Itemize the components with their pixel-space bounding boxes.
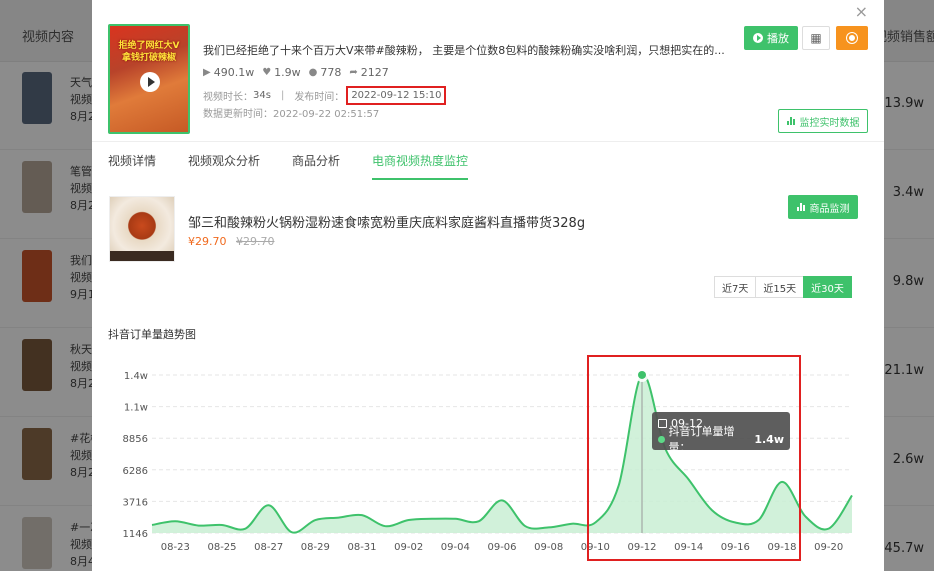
x-tick-label: 09-20	[814, 542, 843, 553]
date-range-selector: 近7天 近15天 近30天	[714, 276, 852, 298]
like-count: 1.9w	[274, 66, 301, 79]
play-button[interactable]: 播放	[744, 26, 798, 50]
tab-video-details[interactable]: 视频详情	[108, 152, 156, 180]
qrcode-button[interactable]: ▦	[802, 26, 830, 50]
tab-ecommerce-heat-monitor[interactable]: 电商视频热度监控	[372, 152, 469, 180]
video-stats: ▶ 490.1w ♥ 1.9w ● 778 ➦ 2127	[203, 66, 389, 79]
y-tick-label: 1146	[123, 529, 148, 540]
monitor-realtime-label: 监控实时数据	[799, 117, 860, 129]
play-button-label: 播放	[767, 32, 789, 45]
play-count: 490.1w	[213, 66, 255, 79]
publish-time: 2022-09-12 15:10	[351, 90, 442, 101]
x-tick-label: 09-10	[581, 542, 610, 553]
highlight-point	[638, 370, 646, 379]
video-title: 我们已经拒绝了十来个百万大V来带#酸辣粉， 主要是个位数8包料的酸辣粉确实没啥利…	[203, 44, 725, 57]
x-tick-label: 09-02	[394, 542, 423, 553]
data-updated-time: 数据更新时间：2022-09-22 02:51:57	[203, 109, 380, 120]
comment-count: 778	[320, 66, 342, 79]
tab-audience-analysis[interactable]: 视频观众分析	[188, 152, 260, 180]
video-detail-modal: × 拒绝了网红大V 拿钱打破辣椒 我们已经拒绝了十来个百万大V来带#酸辣粉， 主…	[92, 0, 884, 571]
original-price: ¥29.70	[236, 235, 275, 248]
product-monitor-button[interactable]: 商品监测	[788, 195, 858, 219]
duration-label: 视频时长：	[203, 92, 253, 103]
detail-tabs: 视频详情 视频观众分析 商品分析 电商视频热度监控	[108, 152, 500, 180]
range-30-days[interactable]: 近30天	[803, 276, 852, 298]
product-title[interactable]: 邹三和酸辣粉火锅粉湿粉速食嗦宽粉重庆底料家庭酱料直播带货328g	[188, 212, 585, 231]
y-tick-label: 1.1w	[124, 403, 148, 414]
video-meta: 视频时长： 34s | 发布时间： 2022-09-12 15:10	[203, 86, 447, 105]
duration-value: 34s	[253, 90, 271, 101]
monitor-realtime-button[interactable]: 监控实时数据	[778, 109, 868, 133]
x-tick-label: 09-06	[487, 542, 516, 553]
current-price: ¥29.70	[188, 235, 227, 248]
order-trend-chart[interactable]: 1146 3716 6286 8856 1.1w 1.4w 08-23 08-25 08-27 0…	[92, 340, 884, 571]
range-7-days[interactable]: 近7天	[714, 276, 757, 298]
product-image-strip	[110, 251, 174, 261]
play-circle-icon	[753, 33, 763, 43]
product-monitor-label: 商品监测	[809, 203, 850, 215]
x-tick-label: 09-14	[674, 542, 703, 553]
x-tick-label: 08-27	[254, 542, 283, 553]
product-image[interactable]	[109, 196, 175, 262]
x-tick-label: 08-23	[161, 542, 190, 553]
divider	[92, 141, 884, 142]
share-count: 2127	[360, 66, 389, 79]
video-thumbnail[interactable]: 拒绝了网红大V 拿钱打破辣椒	[108, 24, 190, 134]
play-count-icon: ▶	[203, 67, 211, 78]
x-tick-label: 09-12	[627, 542, 656, 553]
x-tick-label: 08-29	[301, 542, 330, 553]
publish-label: 发布时间：	[294, 92, 345, 103]
comment-icon: ●	[308, 67, 318, 78]
bar-chart-icon	[796, 203, 806, 211]
y-tick-label: 6286	[123, 466, 148, 477]
share-icon: ➦	[349, 67, 358, 78]
y-tick-label: 8856	[123, 434, 148, 445]
collect-icon	[847, 33, 857, 43]
product-price: ¥29.70 ¥29.70	[188, 235, 275, 248]
thumbnail-caption: 拒绝了网红大V 拿钱打破辣椒	[118, 41, 180, 63]
calendar-icon	[658, 418, 667, 428]
collect-button[interactable]	[836, 26, 868, 50]
x-tick-label: 09-16	[721, 542, 750, 553]
x-tick-label: 09-18	[767, 542, 796, 553]
series-dot-icon	[658, 435, 665, 443]
x-tick-label: 08-31	[347, 542, 376, 553]
range-15-days[interactable]: 近15天	[755, 276, 805, 298]
tab-product-analysis[interactable]: 商品分析	[292, 152, 340, 180]
bar-chart-icon	[786, 117, 796, 125]
qrcode-icon: ▦	[810, 31, 822, 45]
x-tick-label: 09-08	[534, 542, 563, 553]
play-icon[interactable]	[140, 72, 160, 92]
chart-tooltip: 09-12 抖音订单量增量： 1.4w	[652, 412, 790, 454]
tooltip-series-label: 抖音订单量增量：	[668, 425, 735, 454]
like-icon: ♥	[262, 67, 272, 78]
y-tick-label: 1.4w	[124, 371, 148, 382]
x-tick-label: 08-25	[207, 542, 236, 553]
close-icon[interactable]: ×	[855, 2, 868, 21]
publish-time-highlight: 2022-09-12 15:10	[346, 86, 447, 105]
x-tick-label: 09-04	[441, 542, 470, 553]
y-tick-label: 3716	[123, 497, 148, 508]
meta-separator: |	[280, 90, 285, 101]
tooltip-value: 1.4w	[754, 432, 784, 446]
